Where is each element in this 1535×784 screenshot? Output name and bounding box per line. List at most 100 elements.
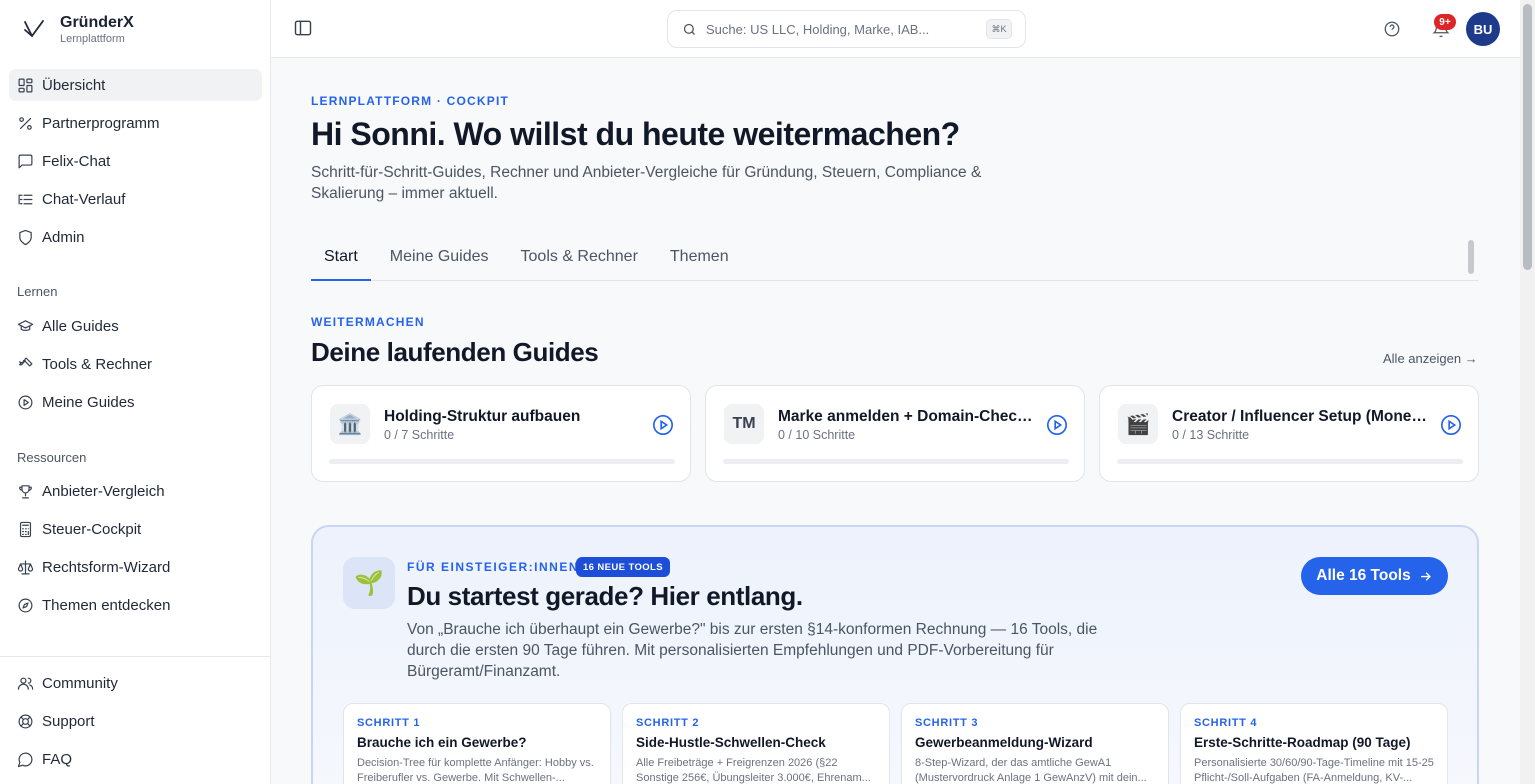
guide-play-button[interactable] [1046,414,1068,436]
tab-meine-guides[interactable]: Meine Guides [377,236,502,281]
guide-icon: 🎬 [1118,404,1158,444]
sidebar-item-label: Themen entdecken [42,596,171,614]
sidebar-item-rechtsform-wizard[interactable]: Rechtsform-Wizard [9,551,262,583]
guide-progress-bar [329,459,675,464]
guide-steps: 0 / 7 Schritte [384,428,455,442]
play-circle-icon [18,395,33,409]
sidebar-item-anbieter-vergleich[interactable]: Anbieter-Vergleich [9,475,262,507]
step-card[interactable]: SCHRITT 1 Brauche ich ein Gewerbe? Decis… [343,703,611,784]
sidebar-item-felix-chat[interactable]: Felix-Chat [9,145,262,177]
sidebar-item-chat-verlauf[interactable]: Chat-Verlauf [9,183,262,215]
step-card[interactable]: SCHRITT 3 Gewerbeanmeldung-Wizard 8-Step… [901,703,1169,784]
dashboard-icon [18,78,33,92]
nav-lernen: Alle Guides Tools & Rechner Meine Guides [9,310,262,424]
step-number: SCHRITT 1 [357,717,421,729]
sidebar-item-themen-entdecken[interactable]: Themen entdecken [9,589,262,621]
guide-icon: 🏛️ [330,404,370,444]
sidebar-item-community[interactable]: Community [9,667,262,699]
main-content: LERNPLATTFORM · COCKPIT Hi Sonni. Wo wil… [271,59,1520,784]
beginner-promo: 🌱 FÜR EINSTEIGER:INNEN 16 NEUE TOOLS Du … [311,525,1479,784]
continue-title: Deine laufenden Guides [311,337,599,367]
promo-badge: 16 NEUE TOOLS [576,557,670,577]
play-circle-icon [1047,415,1067,435]
all-tools-button[interactable]: Alle 16 Tools [1301,557,1448,595]
tab-start[interactable]: Start [311,236,371,281]
see-all-link[interactable]: Alle anzeigen → [1383,351,1478,366]
guide-card[interactable]: 🏛️ Holding-Struktur aufbauen 0 / 7 Schri… [311,385,691,482]
sidebar-item-tools-rechner[interactable]: Tools & Rechner [9,348,262,380]
sidebar-item-label: Übersicht [42,76,106,94]
guide-play-button[interactable] [1440,414,1462,436]
help-button[interactable] [1383,20,1401,38]
guide-list: 🏛️ Holding-Struktur aufbauen 0 / 7 Schri… [311,385,1479,482]
step-description: Personalisierte 30/60/90-Tage-Timeline m… [1194,757,1434,784]
sidebar-toggle-button[interactable] [293,18,313,38]
sidebar-item-meine-guides[interactable]: Meine Guides [9,386,262,418]
sidebar-item-partnerprogramm[interactable]: Partnerprogramm [9,107,262,139]
guide-title: Creator / Influencer Setup (Monetiz... [1172,408,1432,425]
nav-ressourcen: Anbieter-Vergleich Steuer-Cockpit Rechts… [9,475,262,627]
search-icon [683,23,695,35]
step-number: SCHRITT 2 [636,717,700,729]
brand-name: GründerX [60,14,134,31]
step-description: Alle Freibeträge + Freigrenzen 2026 (§22… [636,757,871,784]
guide-progress-bar [723,459,1069,464]
top-header: Suche: US LLC, Holding, Marke, IAB... ⌘K… [271,0,1520,58]
guide-card[interactable]: TM Marke anmelden + Domain-Check (... 0 … [705,385,1085,482]
sidebar-item-admin[interactable]: Admin [9,221,262,253]
play-circle-icon [1441,415,1461,435]
sidebar-item-label: FAQ [42,750,73,768]
sidebar-item-label: Alle Guides [42,317,119,335]
step-number: SCHRITT 4 [1194,717,1258,729]
step-description: 8-Step-Wizard, der das amtliche GewA1 (M… [915,757,1147,784]
sidebar-item-steuer-cockpit[interactable]: Steuer-Cockpit [9,513,262,545]
step-title: Gewerbeanmeldung-Wizard [915,735,1093,750]
step-number: SCHRITT 3 [915,717,979,729]
avatar[interactable]: BU [1466,12,1500,46]
hero-eyebrow: LERNPLATTFORM · COCKPIT [311,94,510,108]
sidebar-item-label: Tools & Rechner [42,355,153,373]
users-icon [17,677,34,690]
page-scrollbar-thumb[interactable] [1523,4,1532,270]
sidebar-item-faq[interactable]: FAQ [9,743,262,775]
sidebar-item-uebersicht[interactable]: Übersicht [9,69,262,101]
guide-play-button[interactable] [652,414,674,436]
nav-main: Übersicht Partnerprogramm Felix-Chat Cha… [9,69,262,259]
step-card[interactable]: SCHRITT 2 Side-Hustle-Schwellen-Check Al… [622,703,890,784]
sidebar: GründerX Lernplattform Übersicht Partner… [0,0,271,784]
sidebar-item-alle-guides[interactable]: Alle Guides [9,310,262,342]
page-title: Hi Sonni. Wo willst du heute weitermache… [311,116,960,152]
arrow-right-icon [1420,571,1431,581]
tab-themen[interactable]: Themen [657,236,742,281]
promo-text: Von „Brauche ich überhaupt ein Gewerbe?"… [407,621,1098,680]
guide-progress-bar [1117,459,1463,464]
sidebar-item-label: Steuer-Cockpit [42,520,142,538]
brand[interactable]: GründerX Lernplattform [22,14,134,46]
compass-icon [18,598,33,612]
scale-icon [17,560,34,574]
page-scrollbar[interactable] [1520,0,1535,784]
wrench-icon [19,357,33,367]
nav-section-lernen: Lernen [17,284,58,299]
tab-scrollbar[interactable] [1468,240,1474,274]
trademark-icon: TM [724,404,764,444]
step-description: Decision-Tree für komplette Anfänger: Ho… [357,757,594,784]
step-title: Erste-Schritte-Roadmap (90 Tage) [1194,735,1411,750]
percent-icon [19,116,32,130]
tab-tools-rechner[interactable]: Tools & Rechner [508,236,651,281]
guide-card[interactable]: 🎬 Creator / Influencer Setup (Monetiz...… [1099,385,1479,482]
sidebar-item-label: Rechtsform-Wizard [42,558,171,576]
promo-title: Du startest gerade? Hier entlang. [407,581,803,611]
sidebar-item-label: Anbieter-Vergleich [42,482,165,500]
sidebar-item-label: Admin [42,228,85,246]
continue-eyebrow: WEITERMACHEN [311,315,425,329]
guide-steps: 0 / 13 Schritte [1172,428,1250,442]
chat-icon [18,154,33,168]
play-circle-icon [653,415,673,435]
sidebar-item-label: Support [42,712,95,730]
search-input[interactable]: Suche: US LLC, Holding, Marke, IAB... ⌘K [667,10,1026,48]
search-shortcut: ⌘K [986,19,1012,39]
message-icon [17,752,33,767]
step-card[interactable]: SCHRITT 4 Erste-Schritte-Roadmap (90 Tag… [1180,703,1448,784]
sidebar-item-support[interactable]: Support [9,705,262,737]
